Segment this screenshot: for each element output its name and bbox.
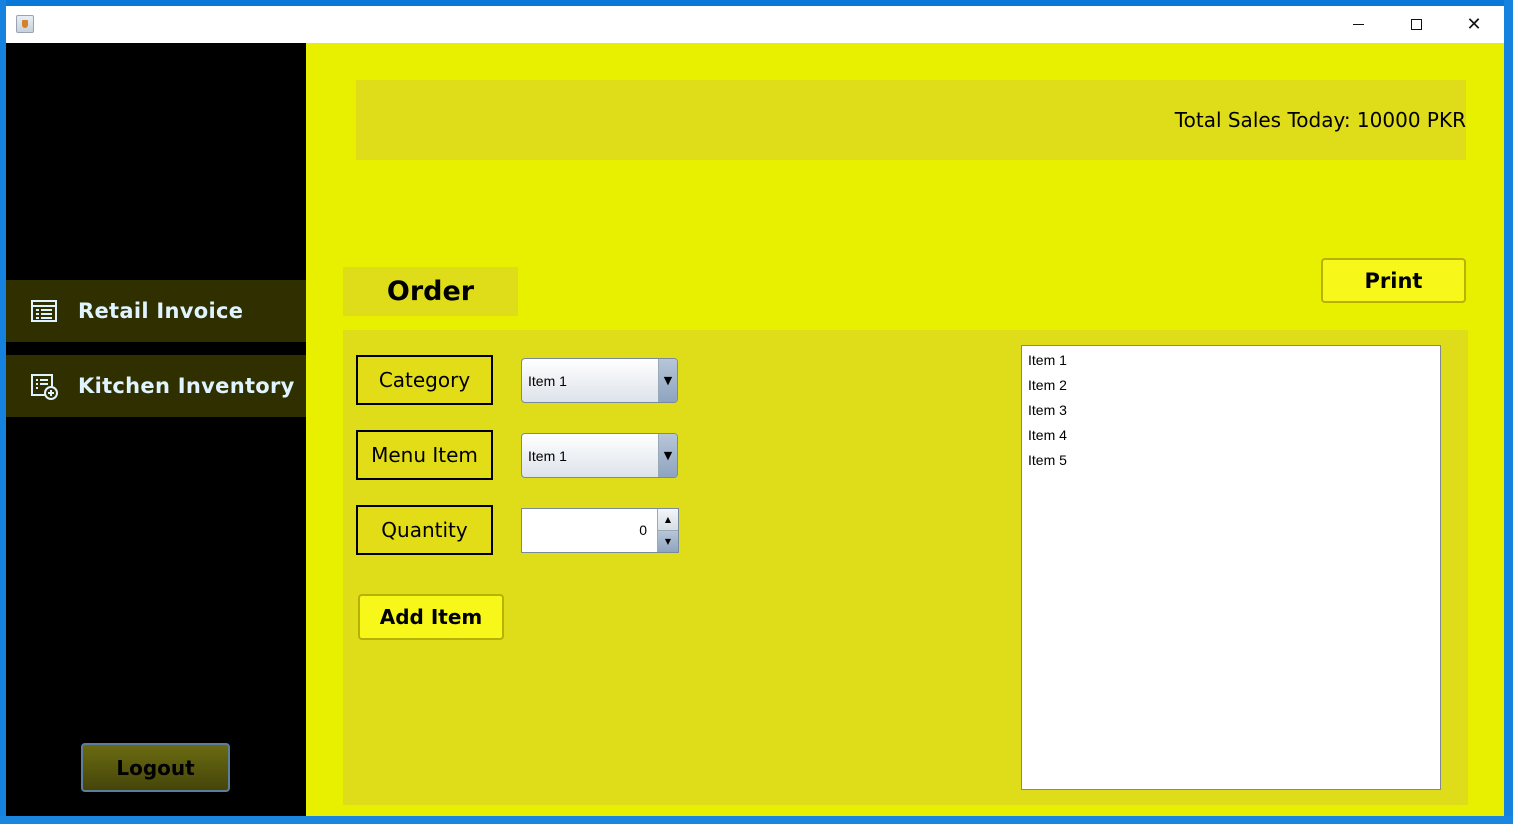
close-icon: ✕ [1466, 13, 1482, 35]
sidebar: Retail Invoice Kitchen Inventory Logout [6, 43, 306, 816]
maximize-button[interactable] [1387, 6, 1445, 43]
list-item[interactable]: Item 3 [1022, 400, 1440, 425]
category-label: Category [356, 355, 493, 405]
sidebar-item-label: Kitchen Inventory [78, 374, 295, 398]
quantity-stepper[interactable]: 0 ▲ ▼ [521, 508, 679, 553]
category-combobox[interactable]: Item 1 ▼ [521, 358, 678, 403]
sales-summary-bar: Total Sales Today: 10000 PKR [356, 80, 1466, 160]
menu-item-combobox[interactable]: Item 1 ▼ [521, 433, 678, 478]
close-button[interactable]: ✕ [1445, 6, 1503, 43]
sidebar-item-retail-invoice[interactable]: Retail Invoice [6, 280, 306, 342]
add-item-button[interactable]: Add Item [358, 594, 504, 640]
list-item[interactable]: Item 4 [1022, 425, 1440, 450]
sidebar-item-kitchen-inventory[interactable]: Kitchen Inventory [6, 355, 306, 417]
desktop-frame-bottom [0, 816, 1513, 824]
title-bar: ✕ [6, 6, 1504, 43]
dropdown-arrow-icon[interactable]: ▼ [658, 434, 677, 477]
decrement-arrow-icon[interactable]: ▼ [658, 530, 678, 552]
total-sales-text: Total Sales Today: 10000 PKR [1174, 108, 1466, 132]
menu-item-selected-value: Item 1 [528, 447, 567, 464]
app-window: ✕ Retail Invoice Kitchen Inventory Logou… [6, 6, 1504, 816]
order-title: Order [343, 267, 518, 316]
list-item[interactable]: Item 1 [1022, 350, 1440, 375]
list-item[interactable]: Item 5 [1022, 450, 1440, 475]
invoice-icon [31, 300, 57, 322]
stepper-buttons: ▲ ▼ [657, 509, 678, 552]
print-button[interactable]: Print [1321, 258, 1466, 303]
desktop-frame-right [1504, 0, 1513, 824]
increment-arrow-icon[interactable]: ▲ [658, 509, 678, 530]
minimize-icon [1352, 24, 1364, 25]
order-panel: Category Item 1 ▼ Menu Item Item 1 ▼ Qua… [343, 330, 1468, 805]
quantity-value[interactable]: 0 [522, 509, 657, 552]
category-selected-value: Item 1 [528, 372, 567, 389]
dropdown-arrow-icon[interactable]: ▼ [658, 359, 677, 402]
sidebar-item-label: Retail Invoice [78, 299, 244, 323]
inventory-icon [31, 374, 58, 400]
maximize-icon [1410, 19, 1422, 30]
logout-button[interactable]: Logout [81, 743, 230, 792]
order-items-list[interactable]: Item 1 Item 2 Item 3 Item 4 Item 5 [1021, 345, 1441, 790]
list-item[interactable]: Item 2 [1022, 375, 1440, 400]
java-app-icon[interactable] [16, 15, 34, 33]
quantity-label: Quantity [356, 505, 493, 555]
menu-item-label: Menu Item [356, 430, 493, 480]
minimize-button[interactable] [1329, 6, 1387, 43]
